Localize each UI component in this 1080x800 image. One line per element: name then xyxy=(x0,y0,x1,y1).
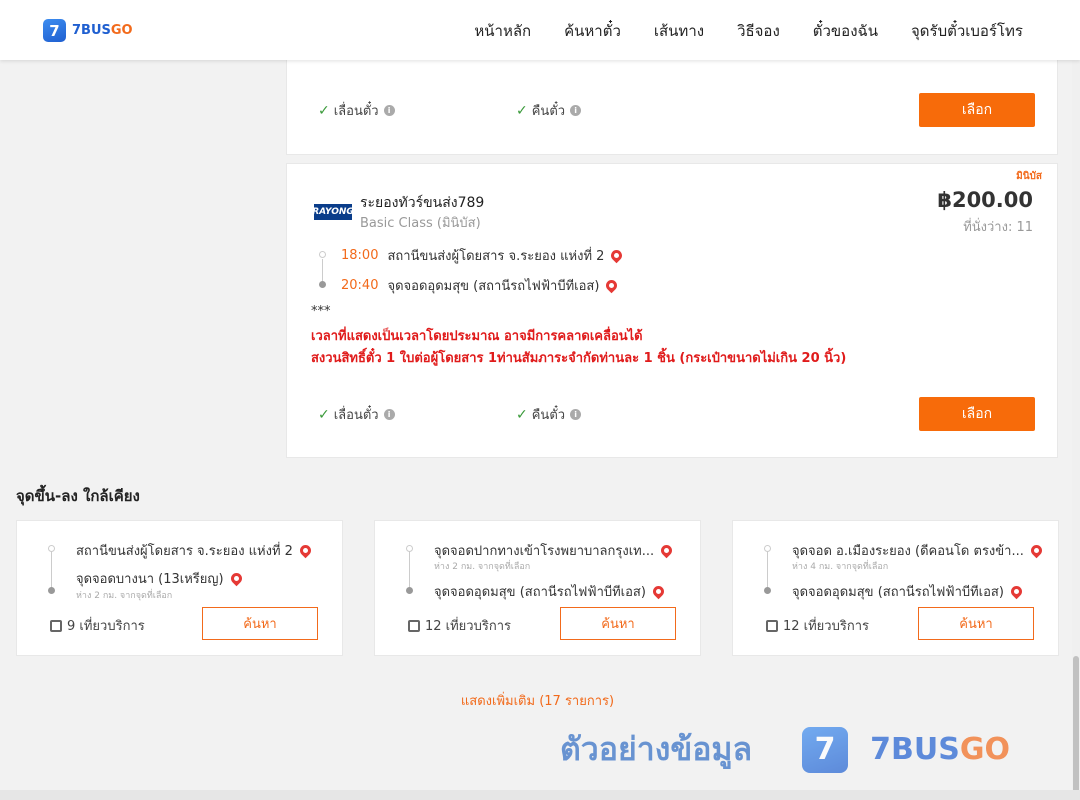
nearby-stops-title: จุดขึ้น-ลง ใกล้เคียง xyxy=(16,487,140,505)
seats-available: ที่นั่งว่าง: 11 xyxy=(963,220,1033,235)
option-refund: ✓ คืนตั๋ว i xyxy=(516,100,582,121)
search-button[interactable]: ค้นหา xyxy=(560,607,676,640)
trip-count: 12 เที่ยวบริการ xyxy=(408,615,511,636)
nearby-distance: ห่าง 2 กม. จากจุดที่เลือก xyxy=(434,562,531,572)
watermark: ตัวอย่างข้อมูล 7 7BUSGO xyxy=(560,724,1010,775)
search-button[interactable]: ค้นหา xyxy=(202,607,318,640)
option-label: เลื่อนตั๋ว xyxy=(333,408,379,423)
nav-routes[interactable]: เส้นทาง xyxy=(654,19,704,43)
note-luggage-policy: สงวนสิทธิ์ตั๋ว 1 ใบต่อผู้โดยสาร 1ท่านสัม… xyxy=(311,351,847,366)
nearby-card: จุดจอด อ.เมืองระยอง (ดีคอนโด ตรงข้า... ห… xyxy=(732,520,1059,656)
option-label: คืนตั๋ว xyxy=(531,408,566,423)
logo-mark-icon: 7 xyxy=(43,19,66,42)
arrival-time: 20:40 xyxy=(341,278,379,293)
option-refund: ✓ คืนตั๋ว i xyxy=(516,404,582,425)
trip-count: 12 เที่ยวบริการ xyxy=(766,615,869,636)
footer-strip xyxy=(0,790,1080,800)
vehicle-type-badge: มินิบัส xyxy=(1016,171,1042,182)
location-pin-icon[interactable] xyxy=(658,542,675,559)
watermark-logo-icon: 7 xyxy=(802,726,849,773)
service-class: Basic Class (มินิบัส) xyxy=(360,216,481,231)
location-pin-icon[interactable] xyxy=(297,542,314,559)
nearby-to: จุดจอดอุดมสุข (สถานีรถไฟฟ้าบีทีเอส) xyxy=(792,581,1025,602)
nearby-from: จุดจอด อ.เมืองระยอง (ดีคอนโด ตรงข้า... xyxy=(792,540,1045,561)
check-icon: ✓ xyxy=(516,406,528,423)
departure-place: สถานีขนส่งผู้โดยสาร จ.ระยอง แห่งที่ 2 xyxy=(387,249,605,264)
search-button[interactable]: ค้นหา xyxy=(918,607,1034,640)
bus-icon xyxy=(50,619,62,632)
to-dot xyxy=(406,587,413,594)
info-icon[interactable]: i xyxy=(383,105,395,116)
note-time-estimate: เวลาที่แสดงเป็นเวลาโดยประมาณ อาจมีการคลา… xyxy=(311,329,643,344)
nearby-card: จุดจอดปากทางเข้าโรงพยาบาลกรุงเท... ห่าง … xyxy=(374,520,701,656)
location-pin-icon[interactable] xyxy=(604,277,620,294)
depart-dot xyxy=(319,251,326,258)
to-dot xyxy=(764,587,771,594)
arrive-dot xyxy=(319,281,326,288)
departure-stop: 18:00 สถานีขนส่งผู้โดยสาร จ.ระยอง แห่งที… xyxy=(341,245,625,266)
from-dot xyxy=(764,545,771,552)
nearby-card: สถานีขนส่งผู้โดยสาร จ.ระยอง แห่งที่ 2 จุ… xyxy=(16,520,343,656)
nearby-to: จุดจอดบางนา (13เหรียญ) xyxy=(76,568,244,589)
trip-card-previous: ✓ เลื่อนตั๋ว i ✓ คืนตั๋ว i เลือก xyxy=(286,60,1058,155)
nav-search-ticket[interactable]: ค้นหาตั๋ว xyxy=(564,19,621,43)
timeline-line xyxy=(767,549,768,589)
info-icon[interactable]: i xyxy=(570,105,582,116)
nearby-distance: ห่าง 2 กม. จากจุดที่เลือก xyxy=(76,591,173,601)
scrollbar-thumb[interactable] xyxy=(1073,656,1079,800)
logo-text: 7BUSGO xyxy=(72,23,133,38)
watermark-brand: 7BUSGO xyxy=(870,732,1010,767)
bus-icon xyxy=(408,619,420,632)
option-label: คืนตั๋ว xyxy=(531,104,566,119)
show-more-link[interactable]: แสดงเพิ่มเติม (17 รายการ) xyxy=(0,690,1075,711)
nearby-distance: ห่าง 4 กม. จากจุดที่เลือก xyxy=(792,562,889,572)
nearby-from: สถานีขนส่งผู้โดยสาร จ.ระยอง แห่งที่ 2 xyxy=(76,540,314,561)
select-button[interactable]: เลือก xyxy=(919,397,1035,431)
operator-name: ระยองทัวร์ขนส่ง789 xyxy=(360,195,485,211)
option-reschedule: ✓ เลื่อนตั๋ว i xyxy=(318,100,395,121)
from-dot xyxy=(406,545,413,552)
option-label: เลื่อนตั๋ว xyxy=(333,104,379,119)
location-pin-icon[interactable] xyxy=(650,583,667,600)
departure-time: 18:00 xyxy=(341,248,379,263)
main-nav: หน้าหลัก ค้นหาตั๋ว เส้นทาง วิธีจอง ตั๋วข… xyxy=(474,19,1023,43)
info-icon[interactable]: i xyxy=(570,409,582,420)
nearby-to: จุดจอดอุดมสุข (สถานีรถไฟฟ้าบีทีเอส) xyxy=(434,581,667,602)
top-header: 7 7BUSGO หน้าหลัก ค้นหาตั๋ว เส้นทาง วิธี… xyxy=(0,0,1080,60)
select-button[interactable]: เลือก xyxy=(919,93,1035,127)
nav-how-to-book[interactable]: วิธีจอง xyxy=(737,19,780,43)
arrival-stop: 20:40 จุดจอดอุดมสุข (สถานีรถไฟฟ้าบีทีเอส… xyxy=(341,275,620,296)
arrival-place: จุดจอดอุดมสุข (สถานีรถไฟฟ้าบีทีเอส) xyxy=(387,279,600,294)
check-icon: ✓ xyxy=(318,406,330,423)
location-pin-icon[interactable] xyxy=(1008,583,1025,600)
location-pin-icon[interactable] xyxy=(1028,542,1045,559)
option-reschedule: ✓ เลื่อนตั๋ว i xyxy=(318,404,395,425)
nav-my-tickets[interactable]: ตั๋วของฉัน xyxy=(813,19,878,43)
trip-count: 9 เที่ยวบริการ xyxy=(50,615,145,636)
trip-card: มินิบัส RAYONG ระยองทัวร์ขนส่ง789 Basic … xyxy=(286,163,1058,458)
nav-home[interactable]: หน้าหลัก xyxy=(474,19,531,43)
bus-icon xyxy=(766,619,778,632)
site-logo[interactable]: 7 7BUSGO xyxy=(43,19,133,42)
from-dot xyxy=(48,545,55,552)
scrollbar[interactable] xyxy=(1072,60,1080,800)
timeline-line xyxy=(51,549,52,589)
nearby-from: จุดจอดปากทางเข้าโรงพยาบาลกรุงเท... xyxy=(434,540,675,561)
operator-logo: RAYONG xyxy=(312,204,354,220)
note-stars: *** xyxy=(311,304,331,319)
timeline-line xyxy=(409,549,410,589)
info-icon[interactable]: i xyxy=(383,409,395,420)
watermark-text: ตัวอย่างข้อมูล xyxy=(560,730,753,768)
location-pin-icon[interactable] xyxy=(228,570,244,587)
location-pin-icon[interactable] xyxy=(609,247,625,264)
nav-ticket-points[interactable]: จุดรับตั๋วเบอร์โทร xyxy=(911,19,1023,43)
to-dot xyxy=(48,587,55,594)
check-icon: ✓ xyxy=(318,102,330,119)
ticket-price: ฿200.00 xyxy=(937,188,1033,212)
check-icon: ✓ xyxy=(516,102,528,119)
